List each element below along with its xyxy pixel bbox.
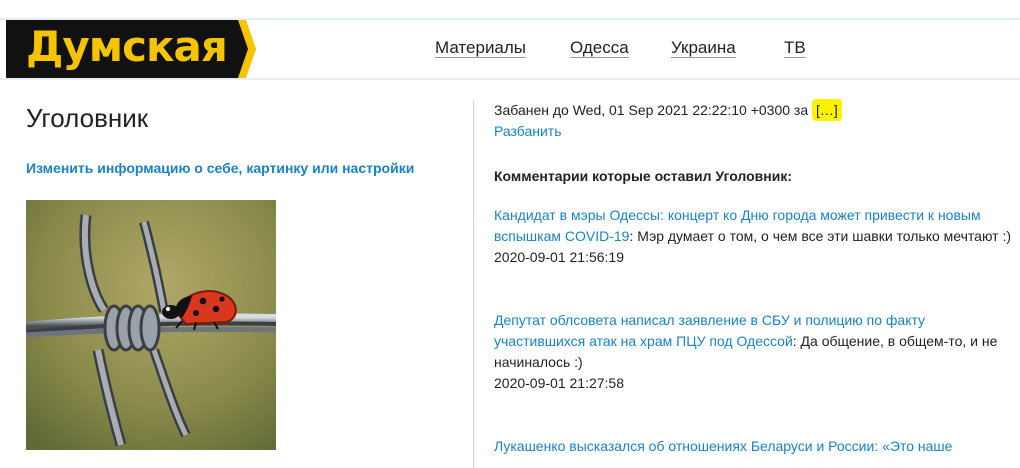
edit-profile-link[interactable]: Изменить информацию о себе, картинку или… bbox=[26, 160, 414, 176]
nav-ukraina[interactable]: Украина bbox=[671, 39, 736, 58]
unban-link[interactable]: Разбанить bbox=[494, 121, 562, 142]
profile-avatar bbox=[26, 200, 276, 450]
ban-status: Забанен до Wed, 01 Sep 2021 22:22:10 +03… bbox=[494, 99, 1014, 121]
nav-odessa[interactable]: Одесса bbox=[570, 39, 629, 58]
site-header: Думская Материалы Одесса Украина ТВ bbox=[0, 20, 1020, 78]
comment-item: Лукашенко высказался об отношениях Белар… bbox=[494, 436, 1014, 457]
logo-chevron-icon bbox=[228, 20, 256, 78]
header-rule bbox=[0, 78, 1020, 80]
comment-item: Кандидат в мэры Одессы: концерт ко Дню г… bbox=[494, 205, 1014, 268]
nav-tv[interactable]: ТВ bbox=[784, 39, 806, 58]
profile-name: Уголовник bbox=[26, 103, 149, 133]
ban-reason: […] bbox=[812, 99, 842, 121]
column-divider bbox=[473, 100, 474, 468]
site-logo[interactable]: Думская bbox=[6, 20, 234, 78]
comment-date: 2020-09-01 21:56:19 bbox=[494, 249, 624, 265]
ban-text: Забанен до Wed, 01 Sep 2021 22:22:10 +03… bbox=[494, 102, 809, 118]
comment-article-link[interactable]: Лукашенко высказался об отношениях Белар… bbox=[494, 438, 952, 454]
logo-text: Думская bbox=[26, 22, 228, 71]
nav-materialy[interactable]: Материалы bbox=[435, 39, 527, 58]
comment-text: : Мэр думает о том, о чем все эти шавки … bbox=[629, 228, 1012, 244]
comment-date: 2020-09-01 21:27:58 bbox=[494, 375, 624, 391]
ban-and-comments: Забанен до Wed, 01 Sep 2021 22:22:10 +03… bbox=[494, 99, 1014, 457]
comment-item: Депутат облсовета написал заявление в СБ… bbox=[494, 310, 1014, 394]
comments-heading: Комментарии которые оставил Уголовник: bbox=[494, 168, 793, 184]
